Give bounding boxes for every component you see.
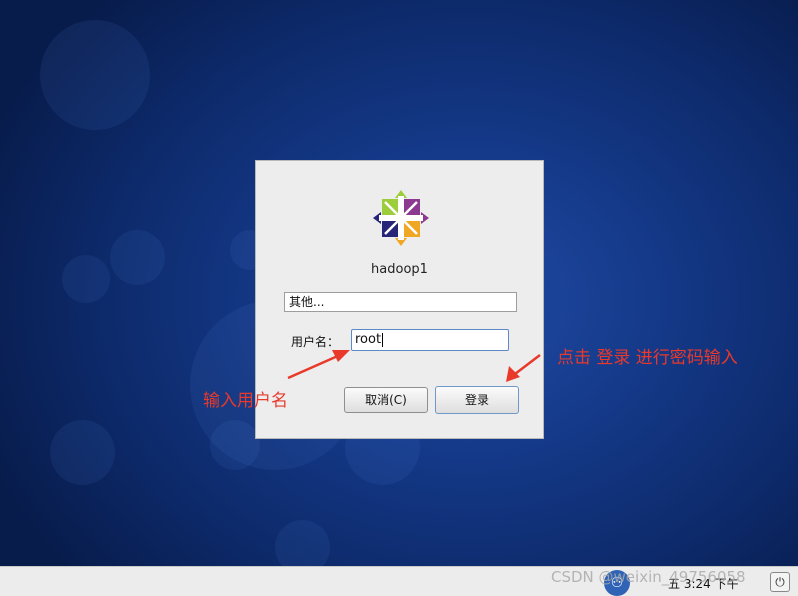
text-caret — [382, 332, 384, 347]
username-input[interactable]: root — [351, 329, 509, 351]
centos-logo-icon — [373, 190, 429, 246]
desktop-bokeh — [40, 20, 150, 130]
login-button[interactable]: 登录 — [435, 386, 519, 414]
desktop-bokeh — [110, 230, 165, 285]
desktop-bokeh — [62, 255, 110, 303]
cancel-button[interactable]: 取消(C) — [344, 387, 428, 413]
other-user-item[interactable]: 其他... — [284, 292, 517, 312]
power-icon[interactable]: ⏻ — [770, 572, 790, 592]
annotation-input-username: 输入用户名 — [203, 391, 288, 411]
username-label: 用户名： — [291, 335, 340, 349]
watermark: CSDN @weixin_49756058 — [551, 568, 746, 586]
desktop-bokeh — [210, 420, 260, 470]
login-dialog: hadoop1 其他... 用户名： root 取消(C) 登录 — [255, 160, 544, 439]
desktop-bokeh — [50, 420, 115, 485]
username-value: root — [355, 332, 382, 347]
annotation-click-login: 点击 登录 进行密码输入 — [557, 348, 738, 368]
hostname-label: hadoop1 — [371, 262, 428, 277]
